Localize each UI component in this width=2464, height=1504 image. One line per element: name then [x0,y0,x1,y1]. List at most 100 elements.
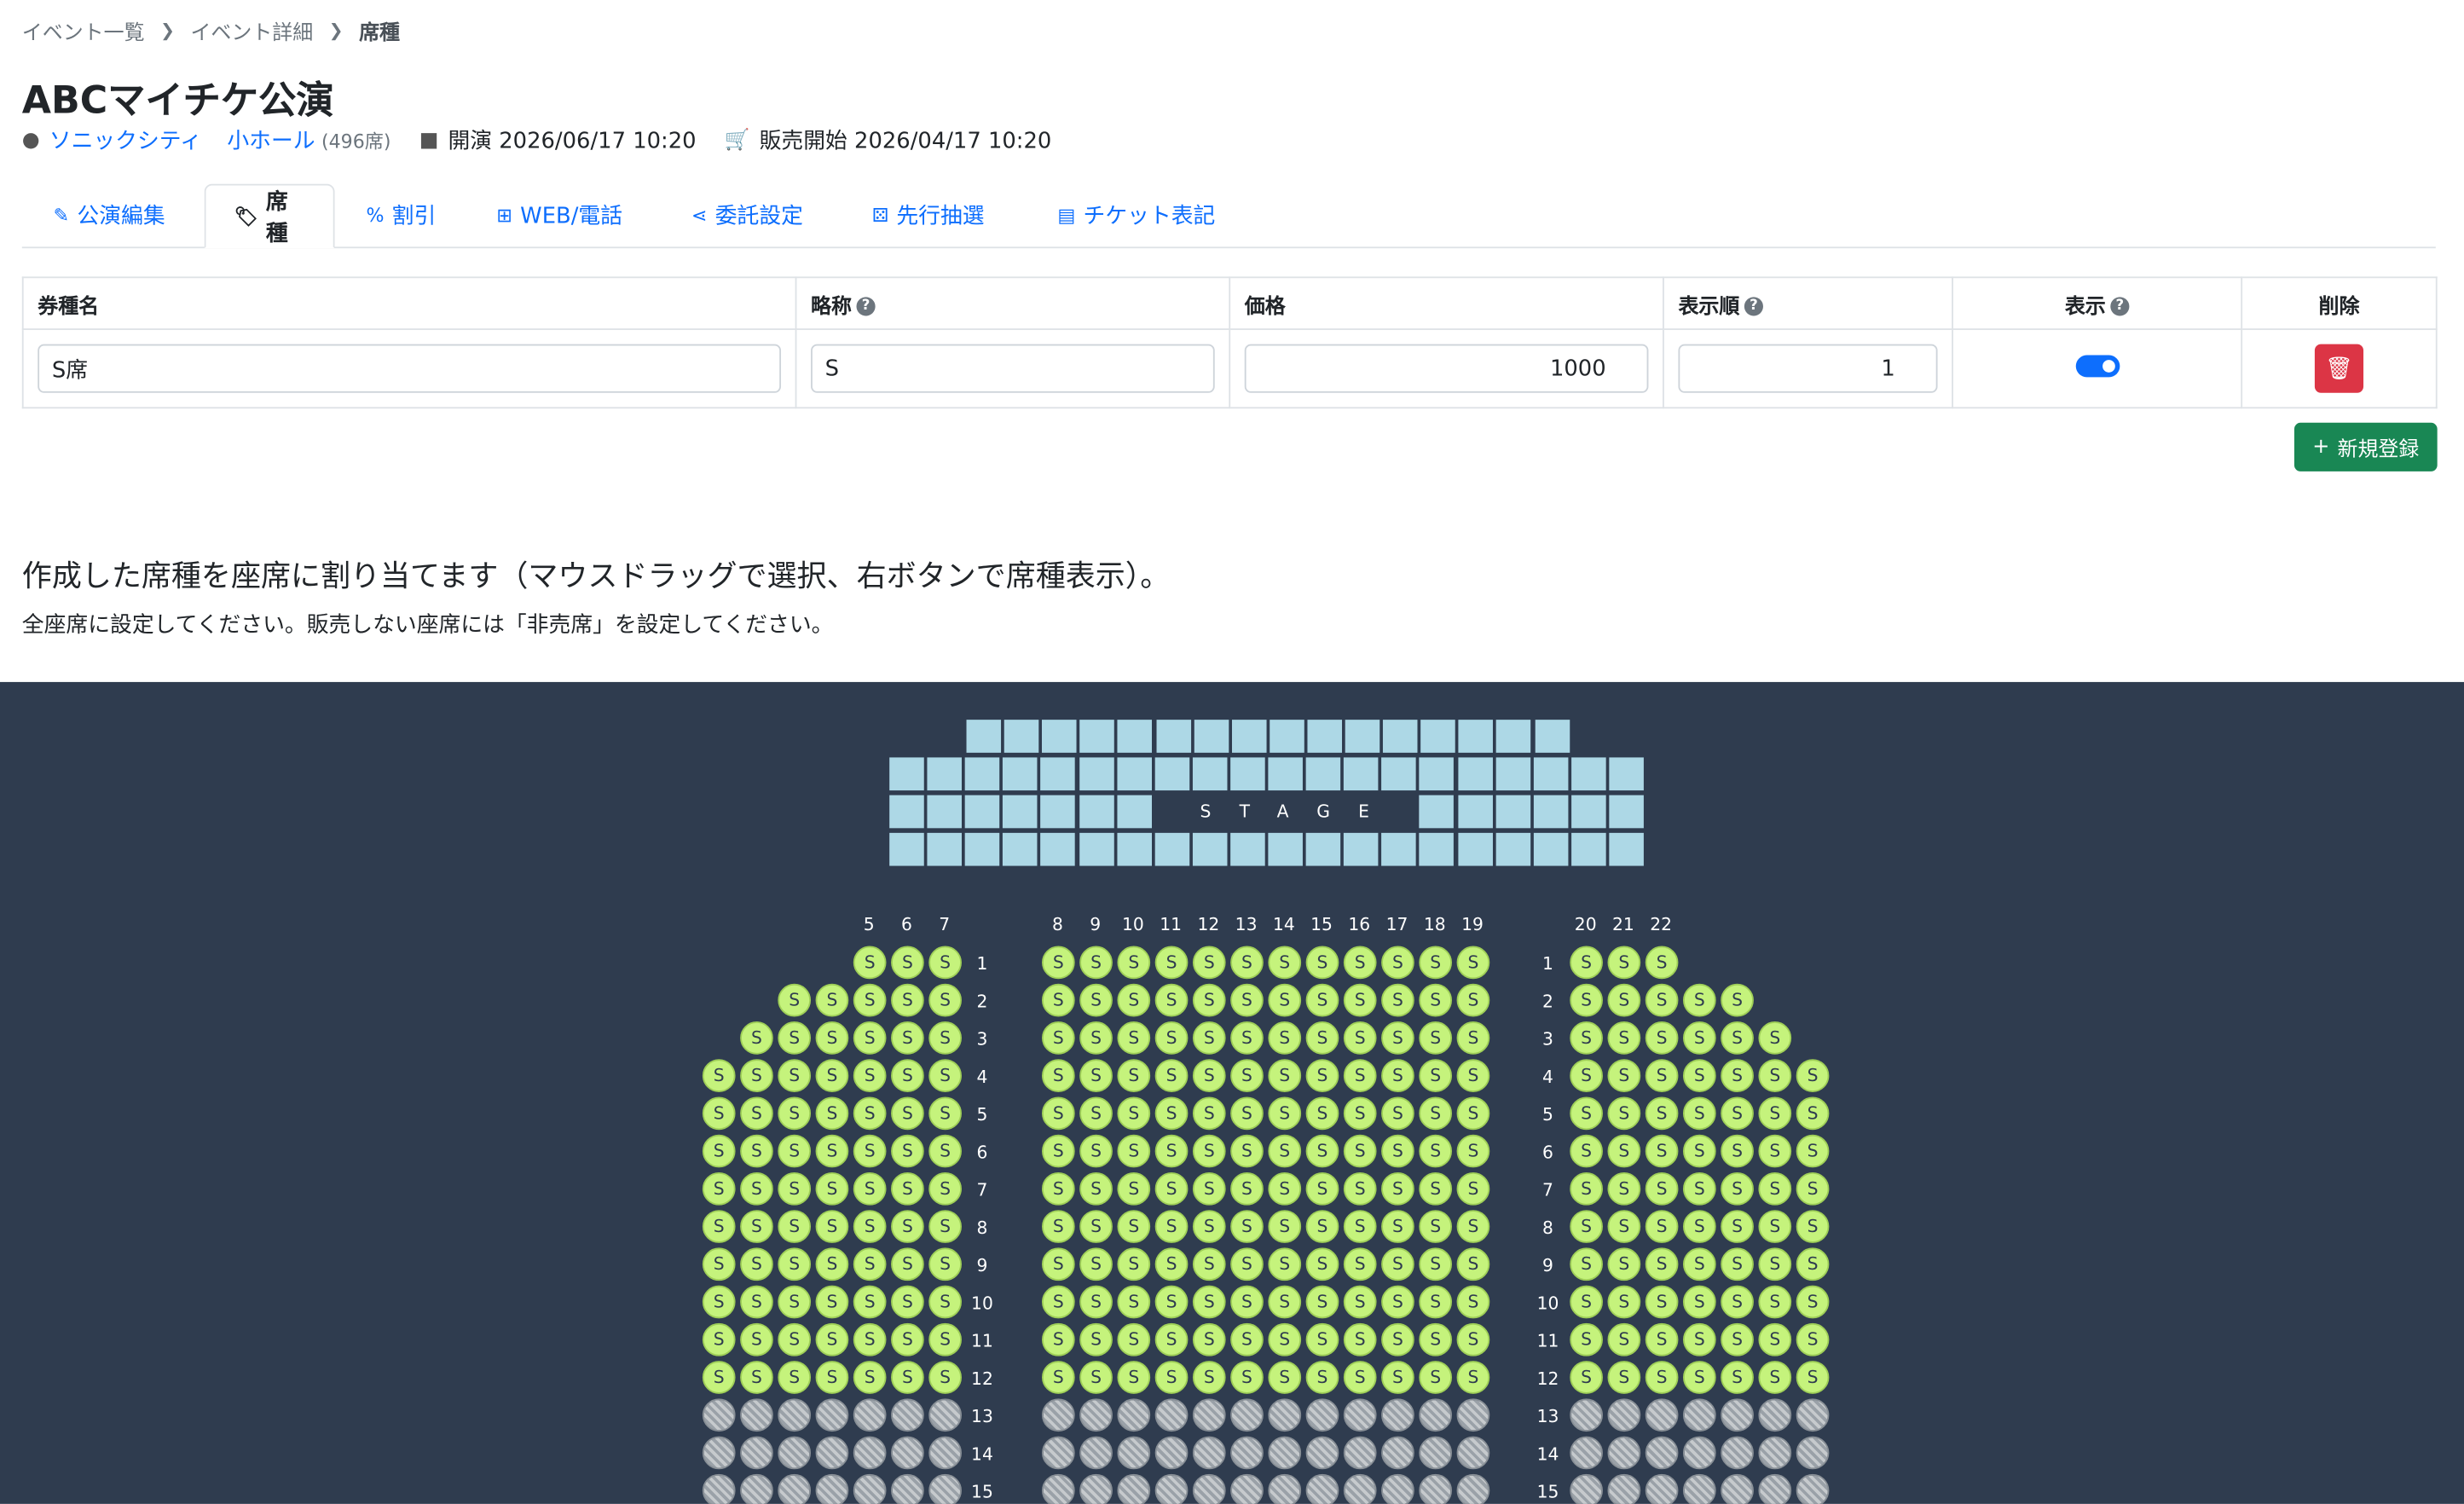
seat[interactable] [815,1436,849,1470]
seat[interactable]: S [891,1285,924,1319]
seat[interactable]: S [1041,1021,1075,1055]
seat[interactable]: S [1305,1021,1339,1055]
seat[interactable]: S [1041,1134,1075,1168]
seat[interactable]: S [1230,1059,1264,1092]
seat[interactable]: S [1079,1247,1113,1281]
seat[interactable]: S [1305,983,1339,1017]
seat[interactable] [1230,1436,1264,1470]
seat[interactable]: S [1381,1322,1414,1356]
seat[interactable]: S [1154,1361,1189,1394]
seat[interactable]: S [928,946,962,980]
seat[interactable]: S [1079,1096,1113,1131]
seat[interactable] [1154,1398,1189,1432]
seat[interactable]: S [1117,1210,1151,1243]
seat[interactable]: S [1682,1096,1716,1131]
seat[interactable]: S [1154,1096,1189,1131]
seat[interactable] [891,1473,924,1504]
seat[interactable]: S [1079,1285,1113,1319]
seat[interactable]: S [1154,946,1189,980]
seat[interactable]: S [928,1096,962,1131]
seat[interactable]: S [1645,1059,1679,1092]
seat[interactable]: S [1607,1171,1641,1206]
seat[interactable] [1343,1436,1377,1470]
seat[interactable] [740,1436,773,1470]
seat[interactable]: S [1758,1247,1792,1281]
seat[interactable] [815,1473,849,1504]
seat[interactable] [1456,1473,1490,1504]
seat[interactable] [702,1436,736,1470]
seat[interactable] [1456,1398,1490,1432]
seat[interactable]: S [1230,1285,1264,1319]
seat[interactable] [853,1436,887,1470]
seat[interactable] [1343,1473,1377,1504]
seat[interactable]: S [1796,1171,1830,1206]
seat[interactable]: S [1192,1361,1226,1394]
seat[interactable]: S [1682,1134,1716,1168]
seat[interactable]: S [778,1171,812,1206]
seat[interactable]: S [1343,1134,1377,1168]
seat[interactable]: S [853,1171,887,1206]
seat[interactable]: S [1758,1096,1792,1131]
seat[interactable] [1456,1436,1490,1470]
seat[interactable] [1607,1398,1641,1432]
seat[interactable]: S [853,1247,887,1281]
seat[interactable] [740,1473,773,1504]
seat[interactable]: S [1230,1134,1264,1168]
breadcrumb-event-detail[interactable]: イベント詳細 [190,15,313,46]
seat[interactable]: S [1230,946,1264,980]
seat[interactable]: S [1419,1059,1453,1092]
seat[interactable]: S [1570,1361,1603,1394]
seat[interactable]: S [1381,1285,1414,1319]
seat[interactable] [1305,1398,1339,1432]
seat[interactable]: S [1343,1096,1377,1131]
seat[interactable]: S [1419,1322,1453,1356]
seat[interactable] [1796,1436,1830,1470]
seat[interactable] [1645,1398,1679,1432]
seat[interactable]: S [1305,1322,1339,1356]
seat[interactable]: S [1268,1134,1302,1168]
question-circle-icon[interactable]: ? [1744,297,1764,316]
seat[interactable] [891,1436,924,1470]
seat[interactable] [1682,1398,1716,1432]
seat[interactable]: S [1305,1285,1339,1319]
seat[interactable]: S [1796,1096,1830,1131]
seat[interactable]: S [815,983,849,1017]
new-register-button[interactable]: + 新規登録 [2293,422,2438,471]
seat[interactable]: S [1343,1210,1377,1243]
seat[interactable]: S [1570,1210,1603,1243]
seat[interactable] [1419,1436,1453,1470]
seat[interactable]: S [1192,1134,1226,1168]
seat[interactable]: S [1645,1322,1679,1356]
seat[interactable] [1230,1398,1264,1432]
seat[interactable]: S [1305,1059,1339,1092]
seat[interactable] [778,1473,812,1504]
display-toggle[interactable] [2074,354,2120,377]
seat[interactable]: S [1117,1322,1151,1356]
question-circle-icon[interactable]: ? [2110,297,2130,316]
seat[interactable]: S [1570,1285,1603,1319]
seat[interactable] [1041,1473,1075,1504]
seat[interactable]: S [1721,1210,1754,1243]
seat[interactable]: S [1041,1285,1075,1319]
seat[interactable]: S [1117,1285,1151,1319]
seat[interactable]: S [778,1021,812,1055]
seat[interactable]: S [1041,1361,1075,1394]
price-input[interactable] [1244,344,1649,393]
seat[interactable]: S [928,1210,962,1243]
seat[interactable]: S [1419,946,1453,980]
seat[interactable]: S [853,1210,887,1243]
seat[interactable]: S [1570,946,1603,980]
seat[interactable]: S [815,1361,849,1394]
seat[interactable]: S [1343,1247,1377,1281]
seat[interactable]: S [1343,1021,1377,1055]
seat[interactable]: S [1154,1322,1189,1356]
seat[interactable]: S [1682,1247,1716,1281]
tab-seat-types[interactable]: 🏷 席種 [204,183,335,249]
seat[interactable]: S [815,1247,849,1281]
seat[interactable]: S [1154,1134,1189,1168]
seat[interactable]: S [702,1096,736,1131]
seat[interactable]: S [1268,983,1302,1017]
seat[interactable]: S [1456,983,1490,1017]
seat[interactable]: S [1343,1322,1377,1356]
seat[interactable] [1796,1398,1830,1432]
